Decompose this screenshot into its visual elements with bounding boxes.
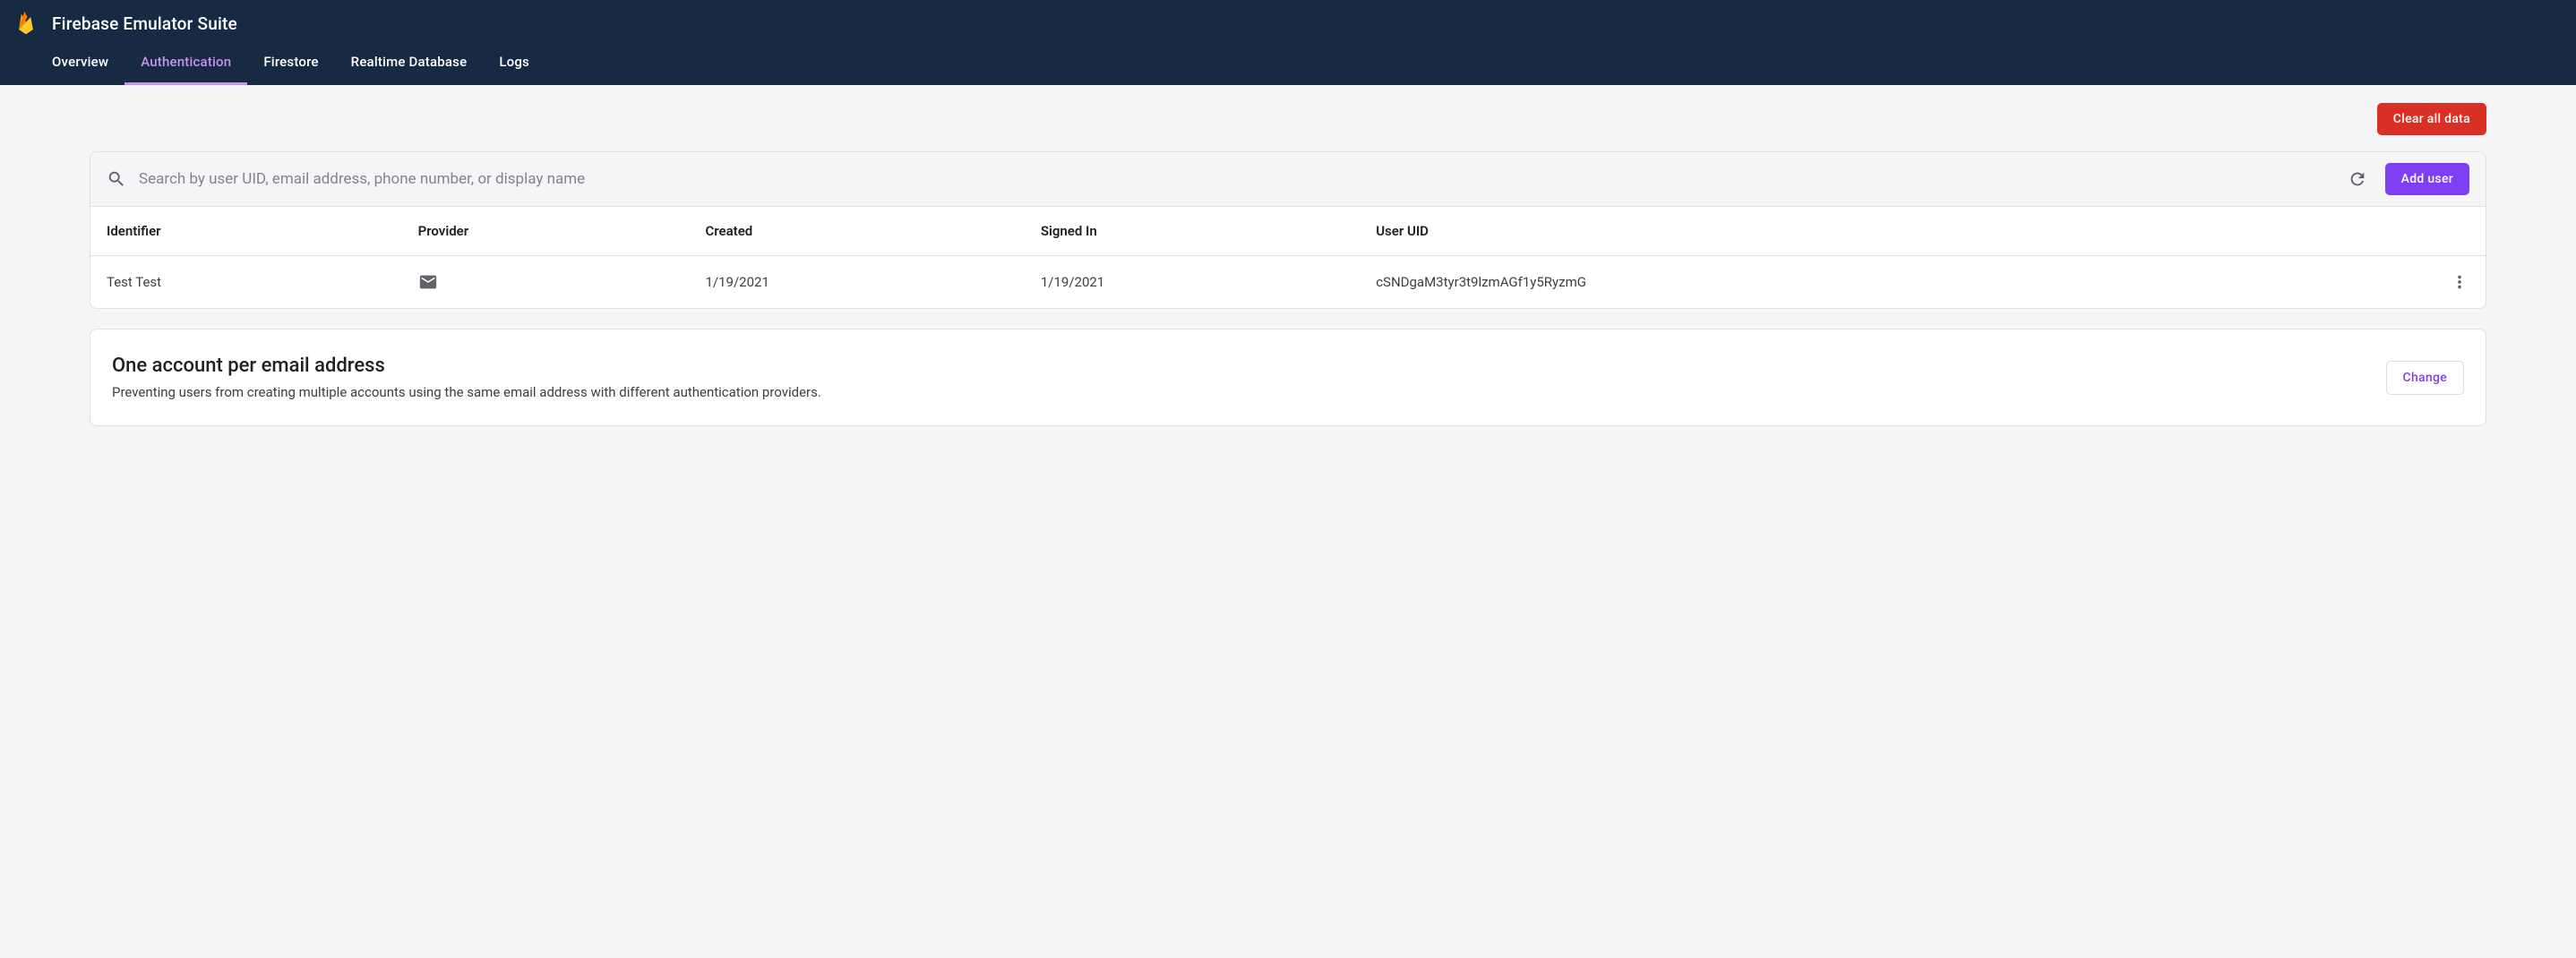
cell-signed-in: 1/19/2021 xyxy=(1025,256,1360,309)
top-actions: Clear all data xyxy=(90,103,2486,135)
app-title: Firebase Emulator Suite xyxy=(52,13,237,34)
nav-realtime-database[interactable]: Realtime Database xyxy=(335,41,484,85)
settings-text: One account per email address Preventing… xyxy=(112,355,821,400)
change-button[interactable]: Change xyxy=(2386,361,2465,395)
settings-title: One account per email address xyxy=(112,355,821,377)
header-top: Firebase Emulator Suite xyxy=(0,0,2576,41)
th-user-uid: User UID xyxy=(1360,207,2318,256)
search-input[interactable] xyxy=(139,170,2330,188)
more-vert-icon[interactable] xyxy=(2334,272,2469,292)
nav-overview[interactable]: Overview xyxy=(36,41,125,85)
cell-created: 1/19/2021 xyxy=(689,256,1024,309)
app-header: Firebase Emulator Suite Overview Authent… xyxy=(0,0,2576,85)
nav-authentication[interactable]: Authentication xyxy=(125,41,247,85)
cell-identifier: Test Test xyxy=(90,256,402,309)
email-provider-icon xyxy=(418,272,674,292)
search-bar: Add user xyxy=(90,152,2486,207)
firebase-logo-icon xyxy=(16,13,38,34)
settings-description: Preventing users from creating multiple … xyxy=(112,384,821,400)
th-created: Created xyxy=(689,207,1024,256)
th-provider: Provider xyxy=(402,207,690,256)
search-icon xyxy=(107,169,126,189)
users-card: Add user Identifier Provider Created Sig… xyxy=(90,151,2486,309)
table-row[interactable]: Test Test 1/19/2021 1/19/2021 cSNDgaM3ty… xyxy=(90,256,2486,309)
cell-provider xyxy=(402,256,690,309)
nav-logs[interactable]: Logs xyxy=(483,41,545,85)
refresh-icon[interactable] xyxy=(2342,164,2373,194)
th-signed-in: Signed In xyxy=(1025,207,1360,256)
clear-all-data-button[interactable]: Clear all data xyxy=(2377,103,2486,135)
th-identifier: Identifier xyxy=(90,207,402,256)
th-actions xyxy=(2318,207,2486,256)
main-nav: Overview Authentication Firestore Realti… xyxy=(0,41,2576,85)
nav-firestore[interactable]: Firestore xyxy=(247,41,334,85)
content-area: Clear all data Add user Identifier Provi… xyxy=(0,85,2576,462)
settings-card: One account per email address Preventing… xyxy=(90,329,2486,426)
cell-actions xyxy=(2318,256,2486,309)
add-user-button[interactable]: Add user xyxy=(2385,163,2469,195)
users-table: Identifier Provider Created Signed In Us… xyxy=(90,207,2486,308)
cell-user-uid: cSNDgaM3tyr3t9lzmAGf1y5RyzmG xyxy=(1360,256,2318,309)
